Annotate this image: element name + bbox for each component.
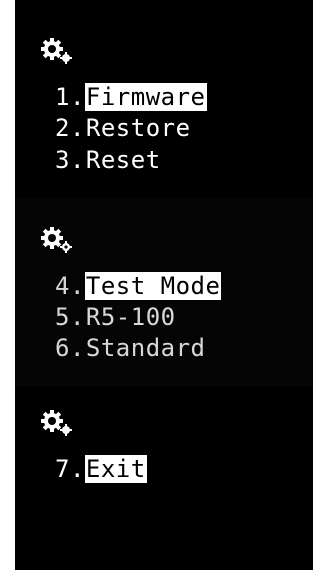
menu-item-firmware[interactable]: 1.Firmware [55, 83, 207, 111]
menu-item-r5-100[interactable]: 5.R5-100 [55, 303, 177, 331]
menu-item-reset[interactable]: 3.Reset [55, 146, 162, 174]
menu-item-label: Reset [85, 146, 161, 174]
menu-item-label: Restore [85, 114, 191, 142]
menu-screen-3: 7.Exit [15, 387, 313, 570]
menu-item-number: 3. [55, 146, 85, 174]
menu-item-number: 2. [55, 114, 85, 142]
menu-item-standard[interactable]: 6.Standard [55, 334, 207, 362]
settings-gear-icon [40, 409, 76, 437]
menu-item-label: Test Mode [84, 272, 222, 300]
menu-item-number: 5. [55, 303, 85, 331]
menu-item-label: Standard [85, 334, 206, 362]
menu-screen-2: 4.Test Mode 5.R5-100 6.Standard [15, 198, 313, 387]
settings-gear-icon [40, 226, 76, 254]
menu-item-label: Exit [84, 455, 147, 483]
menu-item-number: 7. [55, 455, 85, 483]
menu-item-exit[interactable]: 7.Exit [55, 455, 147, 483]
menu-item-test-mode[interactable]: 4.Test Mode [55, 272, 222, 300]
menu-screen-1: 1.Firmware 2.Restore 3.Reset [15, 0, 313, 198]
menu-item-restore[interactable]: 2.Restore [55, 114, 192, 142]
menu-item-label: Firmware [84, 83, 207, 111]
menu-item-number: 1. [55, 83, 85, 111]
menu-item-number: 4. [55, 272, 85, 300]
settings-gear-icon [40, 37, 76, 65]
menu-item-label: R5-100 [85, 303, 176, 331]
menu-item-number: 6. [55, 334, 85, 362]
